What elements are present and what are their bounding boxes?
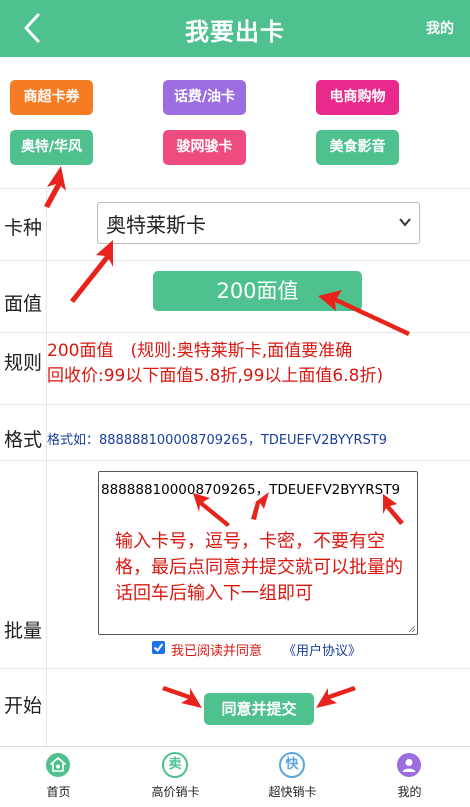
category-ecommerce-button[interactable]: 电商购物	[316, 80, 399, 115]
checkmark-icon	[153, 643, 164, 653]
category-supermarket-button[interactable]: 商超卡券	[10, 80, 93, 115]
user-agreement-link[interactable]: 《用户协议》	[283, 640, 361, 659]
divider	[46, 261, 47, 333]
format-row: 格式 格式如：888888100008709265，TDEUEFV2BYYRST…	[0, 404, 470, 461]
batch-row: 批量 888888100008709265，TDEUEFV2BYYRST9 输入…	[0, 460, 470, 669]
nav-profile-label: 我的	[397, 785, 422, 799]
divider	[46, 461, 47, 669]
nav-sell-high-label: 高价销卡	[151, 785, 200, 799]
sell-icon-glyph: 卖	[168, 757, 182, 772]
page-title: 我要出卡	[185, 18, 285, 46]
category-aote-huafeng-button[interactable]: 奥特/华风	[10, 130, 93, 165]
card-type-label: 卡种	[4, 217, 43, 239]
chevron-down-icon	[399, 218, 411, 227]
top-bar: 我要出卡 我的	[0, 0, 470, 57]
divider	[46, 669, 47, 747]
format-example: 格式如：888888100008709265，TDEUEFV2BYYRST9	[47, 433, 387, 448]
card-type-select[interactable]: 奥特莱斯卡	[97, 202, 420, 244]
face-value-label: 面值	[4, 293, 43, 315]
rules-text: 200面值 (规则:奥特莱斯卡,面值要准确 回收价:99以下面值5.8折,99以…	[47, 339, 467, 389]
start-row: 开始 同意并提交	[0, 668, 470, 747]
my-account-link[interactable]: 我的	[426, 18, 454, 38]
divider	[46, 189, 47, 261]
format-label: 格式	[4, 429, 43, 451]
category-grid: 商超卡券 话费/油卡 电商购物 奥特/华风 骏网骏卡 美食影音	[0, 57, 470, 188]
profile-icon	[397, 753, 421, 777]
bottom-nav: 首页 卖 高价销卡 快 超快销卡 我的	[0, 746, 470, 807]
rules-label: 规则	[4, 352, 43, 374]
batch-input-tip: 输入卡号，逗号，卡密，不要有空格，最后点同意并提交就可以批量的话回车后输入下一组…	[115, 531, 403, 604]
nav-home-label: 首页	[46, 785, 71, 799]
batch-label: 批量	[4, 620, 43, 642]
face-value-button[interactable]: 200面值	[153, 271, 362, 311]
face-value-row: 面值 200面值	[0, 260, 470, 333]
nav-profile[interactable]: 我的	[351, 747, 468, 807]
fast-icon: 快	[279, 752, 305, 778]
fast-icon-glyph: 快	[285, 757, 299, 772]
home-icon	[46, 753, 70, 777]
agree-submit-button[interactable]: 同意并提交	[204, 693, 314, 725]
nav-sell-high[interactable]: 卖 高价销卡	[117, 747, 234, 807]
sell-icon: 卖	[162, 752, 188, 778]
category-phone-fuel-button[interactable]: 话费/油卡	[163, 80, 246, 115]
card-type-row: 卡种 奥特莱斯卡	[0, 188, 470, 261]
category-junwang-button[interactable]: 骏网骏卡	[163, 130, 246, 165]
nav-sell-fast-label: 超快销卡	[268, 785, 317, 799]
batch-input-value: 888888100008709265，TDEUEFV2BYYRST9	[101, 482, 401, 498]
resize-grip-icon[interactable]	[408, 625, 416, 633]
rules-line-2: 回收价:99以下面值5.8折,99以上面值6.8折)	[47, 366, 384, 386]
batch-input[interactable]: 888888100008709265，TDEUEFV2BYYRST9 输入卡号，…	[98, 471, 418, 635]
nav-sell-fast[interactable]: 快 超快销卡	[234, 747, 351, 807]
rules-line-1: 200面值 (规则:奥特莱斯卡,面值要准确	[47, 341, 353, 361]
nav-home[interactable]: 首页	[0, 747, 117, 807]
agree-text: 我已阅读并同意	[171, 644, 263, 659]
agree-checkbox[interactable]	[152, 641, 165, 654]
card-type-value: 奥特莱斯卡	[106, 213, 206, 237]
rules-row: 规则 200面值 (规则:奥特莱斯卡,面值要准确 回收价:99以下面值5.8折,…	[0, 332, 470, 405]
category-food-media-button[interactable]: 美食影音	[316, 130, 399, 165]
start-label: 开始	[4, 695, 43, 717]
